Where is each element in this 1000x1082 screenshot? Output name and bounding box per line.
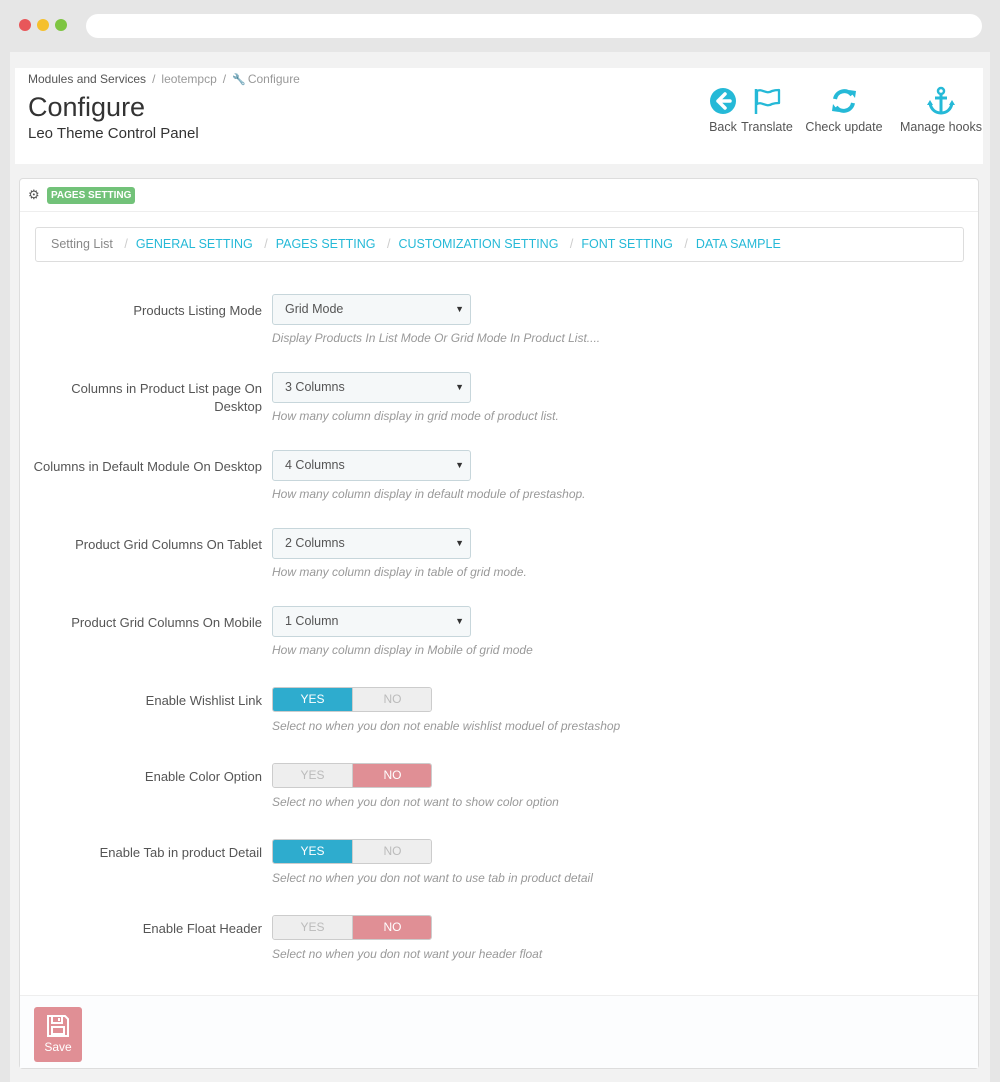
color-option-no-option[interactable]: NO xyxy=(352,764,431,787)
tab-product-detail-no-option[interactable]: NO xyxy=(352,840,431,863)
grid-columns-mobile-value: 1 Column xyxy=(285,614,339,628)
breadcrumb-item-module[interactable]: leotempcp xyxy=(161,72,216,86)
caret-down-icon: ▼ xyxy=(455,304,464,314)
back-arrow-icon xyxy=(710,88,736,114)
page-header: Modules and Services / leotempcp / 🔧 Configur… xyxy=(15,68,983,164)
browser-chrome xyxy=(0,0,1000,52)
panel-footer: Save xyxy=(20,995,978,1068)
manage-hooks-label: Manage hooks xyxy=(899,120,982,134)
columns-default-module-value: 4 Columns xyxy=(285,458,345,472)
save-label: Save xyxy=(44,1040,72,1054)
manage-hooks-button[interactable]: Manage hooks xyxy=(899,86,983,134)
products-listing-mode-help: Display Products In List Mode Or Grid Mo… xyxy=(272,331,601,345)
page-title: Configure xyxy=(28,92,146,122)
flag-icon xyxy=(754,88,781,114)
pages-setting-panel: ⚙ PAGES SETTING Setting List / GENERAL SE… xyxy=(19,178,979,1069)
breadcrumb: Modules and Services / leotempcp / 🔧 Configur… xyxy=(28,72,300,86)
grid-columns-tablet-help: How many column display in table of grid… xyxy=(272,565,527,579)
nav-link-pages-setting[interactable]: PAGES SETTING xyxy=(276,237,376,251)
save-button[interactable]: Save xyxy=(34,1007,82,1062)
nav-link-customization-setting[interactable]: CUSTOMIZATION SETTING xyxy=(398,237,558,251)
tab-product-detail-label: Enable Tab in product Detail xyxy=(99,845,262,860)
grid-columns-mobile-help: How many column display in Mobile of gri… xyxy=(272,643,533,657)
wishlist-link-switch: YES NO xyxy=(272,687,432,712)
float-header-switch: YES NO xyxy=(272,915,432,940)
address-bar[interactable] xyxy=(86,14,982,38)
tab-product-detail-switch: YES NO xyxy=(272,839,432,864)
floppy-disk-icon xyxy=(47,1015,69,1037)
color-option-label: Enable Color Option xyxy=(144,769,262,784)
gears-icon: ⚙ xyxy=(28,187,40,202)
grid-columns-tablet-value: 2 Columns xyxy=(285,536,345,550)
wrench-icon: 🔧 xyxy=(232,74,246,86)
float-header-label: Enable Float Header xyxy=(142,921,262,936)
products-listing-mode-value: Grid Mode xyxy=(285,302,344,316)
nav-link-general-setting[interactable]: GENERAL SETTING xyxy=(136,237,253,251)
color-option-help: Select no when you don not want to show … xyxy=(272,795,559,809)
check-update-button[interactable]: Check update xyxy=(805,86,883,134)
color-option-yes-option[interactable]: YES xyxy=(273,764,352,787)
caret-down-icon: ▼ xyxy=(455,616,464,626)
grid-columns-mobile-label: Product Grid Columns On Mobile xyxy=(71,615,262,630)
float-header-no-option[interactable]: NO xyxy=(352,916,431,939)
wishlist-no-option[interactable]: NO xyxy=(352,688,431,711)
caret-down-icon: ▼ xyxy=(455,382,464,392)
color-option-switch: YES NO xyxy=(272,763,432,788)
grid-columns-mobile-select[interactable]: 1 Column ▼ xyxy=(272,606,471,637)
columns-default-module-label: Columns in Default Module On Desktop xyxy=(33,459,262,474)
float-header-help: Select no when you don not want your hea… xyxy=(272,947,543,961)
translate-button[interactable]: Translate xyxy=(739,86,795,134)
breadcrumb-item-modules[interactable]: Modules and Services xyxy=(28,72,146,86)
grid-columns-tablet-label: Product Grid Columns On Tablet xyxy=(75,537,262,552)
check-update-label: Check update xyxy=(805,120,883,134)
setting-nav-first: Setting List xyxy=(51,237,113,251)
products-listing-mode-select[interactable]: Grid Mode ▼ xyxy=(272,294,471,325)
minimize-window-dot[interactable] xyxy=(37,19,49,31)
columns-default-module-help: How many column display in default modul… xyxy=(272,487,586,501)
tab-product-detail-yes-option[interactable]: YES xyxy=(273,840,352,863)
grid-columns-tablet-select[interactable]: 2 Columns ▼ xyxy=(272,528,471,559)
translate-label: Translate xyxy=(741,120,793,134)
columns-product-list-value: 3 Columns xyxy=(285,380,345,394)
breadcrumb-item-current: Configure xyxy=(247,72,300,86)
page-subtitle: Leo Theme Control Panel xyxy=(28,125,199,142)
panel-heading-badge: PAGES SETTING xyxy=(47,187,136,204)
float-header-yes-option[interactable]: YES xyxy=(273,916,352,939)
caret-down-icon: ▼ xyxy=(455,460,464,470)
columns-product-list-help: How many column display in grid mode of … xyxy=(272,409,559,423)
anchor-icon xyxy=(927,86,955,115)
maximize-window-dot[interactable] xyxy=(55,19,67,31)
products-listing-mode-label: Products Listing Mode xyxy=(133,303,262,318)
wishlist-link-label: Enable Wishlist Link xyxy=(145,693,262,708)
tab-product-detail-help: Select no when you don not want to use t… xyxy=(272,871,593,885)
wishlist-yes-option[interactable]: YES xyxy=(273,688,352,711)
nav-link-data-sample[interactable]: DATA SAMPLE xyxy=(696,237,781,251)
columns-default-module-select[interactable]: 4 Columns ▼ xyxy=(272,450,471,481)
setting-nav: Setting List / GENERAL SETTING / PAGES SET… xyxy=(35,227,964,262)
nav-link-font-setting[interactable]: FONT SETTING xyxy=(581,237,672,251)
caret-down-icon: ▼ xyxy=(455,538,464,548)
wishlist-link-help: Select no when you don not enable wishli… xyxy=(272,719,621,733)
columns-product-list-label: Columns in Product List page On Desktop xyxy=(71,381,262,414)
close-window-dot[interactable] xyxy=(19,19,31,31)
panel-heading: ⚙ PAGES SETTING xyxy=(20,179,978,212)
columns-product-list-select[interactable]: 3 Columns ▼ xyxy=(272,372,471,403)
refresh-icon xyxy=(832,89,856,113)
